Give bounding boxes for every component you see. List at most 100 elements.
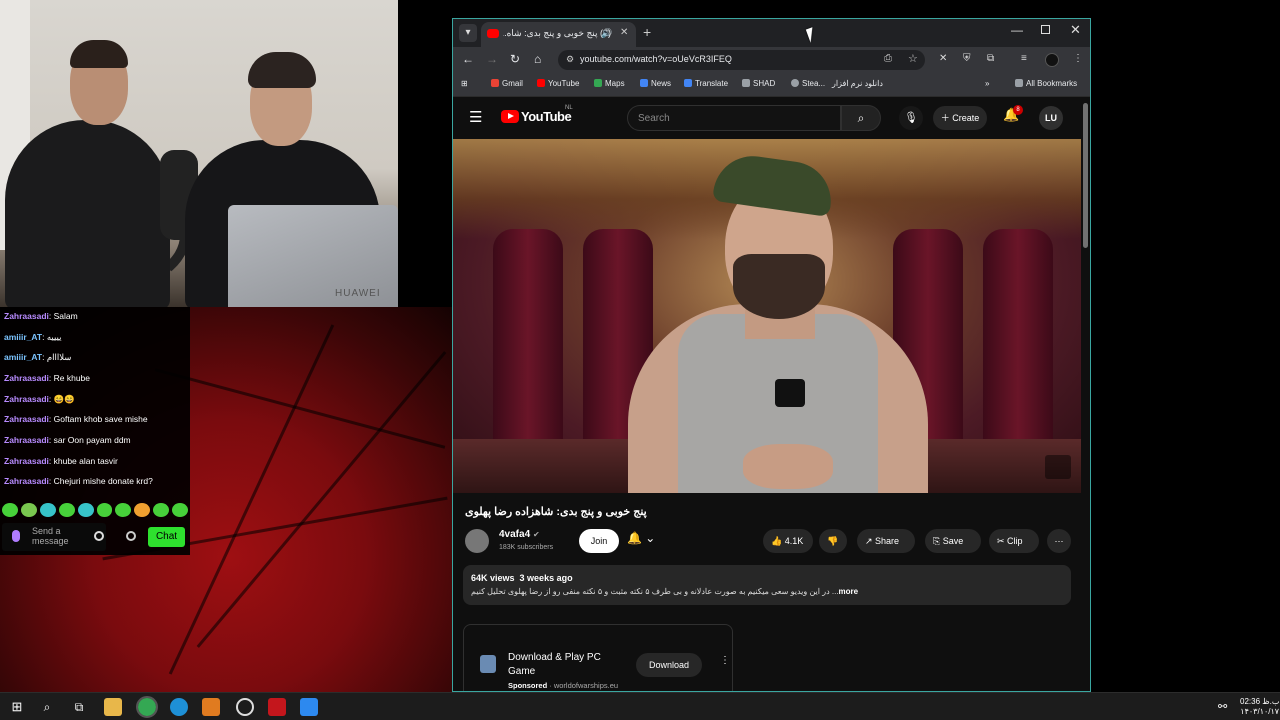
description-box[interactable]: 64K views 3 weeks ago در این ویدیو سعی م… xyxy=(463,565,1071,605)
game-icon xyxy=(480,655,496,673)
emoji-icon[interactable] xyxy=(94,531,104,541)
channel-watermark-icon[interactable] xyxy=(1045,455,1071,479)
video-player[interactable] xyxy=(453,139,1081,493)
reload-button[interactable]: ↻ xyxy=(510,52,520,66)
ad-download-button[interactable]: Download xyxy=(636,653,702,677)
chat-message: Zahraasadi: Re khube xyxy=(4,373,91,383)
join-button[interactable]: Join xyxy=(579,529,619,553)
stream-chat: Zahraasadi: Salam amiiir_AT: ییییه amiii… xyxy=(0,307,190,555)
emote-icon[interactable] xyxy=(115,503,132,517)
emote-icon[interactable] xyxy=(134,503,151,517)
emote-icon[interactable] xyxy=(96,503,113,517)
media-control-icon[interactable]: ≡ xyxy=(1021,53,1027,64)
chat-send-button[interactable]: Chat xyxy=(148,527,185,547)
bookmark-youtube[interactable]: YouTube xyxy=(537,79,579,88)
bookmark-maps[interactable]: Maps xyxy=(594,79,625,88)
address-bar[interactable]: ⚙ youtube.com/watch?v=oUeVcR3IFEQ ⎙ ☆ xyxy=(558,50,925,70)
like-button[interactable]: 👍 4.1K xyxy=(763,529,813,553)
save-button[interactable]: ⎘ Save xyxy=(925,529,981,553)
channel-avatar[interactable] xyxy=(465,529,489,553)
extension-icon[interactable]: ✕ xyxy=(939,53,947,64)
minimize-button[interactable]: — xyxy=(1011,23,1023,37)
plus-icon: ＋ xyxy=(940,113,953,123)
new-tab-button[interactable]: + xyxy=(643,24,651,40)
dislike-button[interactable]: 👎 xyxy=(819,529,847,553)
speaker-icon[interactable]: 🔊 xyxy=(601,28,612,39)
apps-grid-icon[interactable]: ⊞ xyxy=(461,79,468,88)
bookmark-shad[interactable]: SHAD xyxy=(742,79,775,88)
edge-icon[interactable] xyxy=(170,698,188,716)
bookmark-star-icon[interactable]: ☆ xyxy=(908,52,918,65)
bookmark-news[interactable]: News xyxy=(640,79,671,88)
forward-button[interactable]: → xyxy=(486,52,498,66)
all-bookmarks[interactable]: All Bookmarks xyxy=(1015,79,1077,88)
emote-icon[interactable] xyxy=(58,503,75,517)
bookmark-translate[interactable]: Translate xyxy=(684,79,728,88)
curtain xyxy=(983,229,1053,469)
site-info-icon[interactable]: ⚙ xyxy=(566,54,574,65)
install-app-icon[interactable]: ⎙ xyxy=(884,53,892,64)
brave-icon[interactable] xyxy=(202,698,220,716)
clip-button[interactable]: ✂ Clip xyxy=(989,529,1039,553)
emote-icon[interactable] xyxy=(153,503,170,517)
thumbs-up-icon: 👍 xyxy=(771,536,785,546)
task-view-icon[interactable]: ⧉ xyxy=(70,698,88,716)
bookmarks-bar: ⊞ Gmail YouTube Maps News Translate SHAD… xyxy=(453,73,1090,97)
youtube-logo-text[interactable]: YouTube xyxy=(521,109,572,124)
emote-icon[interactable] xyxy=(172,503,189,517)
chat-message: Zahraasadi: 😄😄 xyxy=(4,394,75,404)
youtube-header: ☰ YouTube NL Search ⌕ 🎙 ＋ Create 🔔 8 LU xyxy=(453,97,1090,139)
page-scrollbar[interactable] xyxy=(1083,103,1088,248)
chat-message: amiiir_AT: سلاااام xyxy=(4,352,72,362)
emote-icon[interactable] xyxy=(77,503,94,517)
profile-avatar[interactable] xyxy=(1045,53,1059,67)
network-icon[interactable]: ⚯ xyxy=(1218,698,1232,716)
blue-app-icon[interactable] xyxy=(300,698,318,716)
emote-icon[interactable] xyxy=(20,503,37,517)
home-button[interactable]: ⌂ xyxy=(534,52,541,66)
chrome-icon[interactable] xyxy=(136,696,158,718)
more-link[interactable]: more xyxy=(839,587,859,596)
tab-search-button[interactable]: ▾ xyxy=(459,24,477,42)
subscription-bell-icon[interactable]: 🔔 ⌄ xyxy=(627,531,655,545)
maximize-button[interactable] xyxy=(1041,25,1050,34)
share-button[interactable]: ↗ Share xyxy=(857,529,915,553)
bookmark-gmail[interactable]: Gmail xyxy=(491,79,523,88)
search-icon[interactable]: ⌕ xyxy=(38,698,56,716)
active-tab[interactable]: (8) پنج خوبی و پنج بدی: شاه... 🔊 ✕ xyxy=(481,22,636,47)
gear-icon[interactable] xyxy=(126,531,136,541)
clock[interactable]: 02:36 ب.ظ ۱۴۰۳/۱۰/۱۷ xyxy=(1240,697,1279,717)
bookmark-software[interactable]: دانلود نرم افزار xyxy=(832,79,883,88)
file-explorer-icon[interactable] xyxy=(104,698,122,716)
menu-kebab-icon[interactable]: ⋮ xyxy=(1073,53,1083,64)
shield-icon[interactable]: ⛨ xyxy=(963,53,971,64)
create-button[interactable]: ＋ Create xyxy=(933,106,987,130)
clock-app-icon[interactable] xyxy=(236,698,254,716)
emote-icon[interactable] xyxy=(2,503,18,517)
chat-input[interactable]: Send a message xyxy=(2,523,106,551)
mic-icon[interactable] xyxy=(12,530,20,542)
chat-message: Zahraasadi: Salam xyxy=(4,311,78,321)
ad-menu-icon[interactable]: ⋮ xyxy=(720,655,730,666)
more-bookmarks-icon[interactable]: » xyxy=(985,79,989,88)
account-avatar[interactable]: LU xyxy=(1039,106,1063,130)
voice-search-button[interactable]: 🎙 xyxy=(899,106,923,130)
search-input[interactable]: Search xyxy=(627,105,841,131)
red-app-icon[interactable] xyxy=(268,698,286,716)
channel-name[interactable]: 4vafa4 xyxy=(499,529,530,540)
hamburger-menu-icon[interactable]: ☰ xyxy=(469,108,482,126)
scissors-icon: ✂ xyxy=(997,536,1008,546)
start-icon[interactable]: ⊞ xyxy=(8,698,26,716)
extensions-puzzle-icon[interactable]: ⧉ xyxy=(987,53,994,64)
close-tab-icon[interactable]: ✕ xyxy=(620,27,628,38)
back-button[interactable]: ← xyxy=(462,52,474,66)
sponsored-ad[interactable]: Download & Play PC Game Sponsored · worl… xyxy=(463,624,733,691)
ad-title[interactable]: Download & Play PC Game xyxy=(508,651,626,679)
play-icon xyxy=(508,113,514,119)
bookmark-steam[interactable]: Stea... xyxy=(791,79,825,88)
emote-row xyxy=(2,503,189,519)
more-actions-icon[interactable]: ⋯ xyxy=(1047,529,1071,553)
close-window-button[interactable]: ✕ xyxy=(1070,22,1081,38)
search-button[interactable]: ⌕ xyxy=(841,105,881,131)
emote-icon[interactable] xyxy=(39,503,56,517)
